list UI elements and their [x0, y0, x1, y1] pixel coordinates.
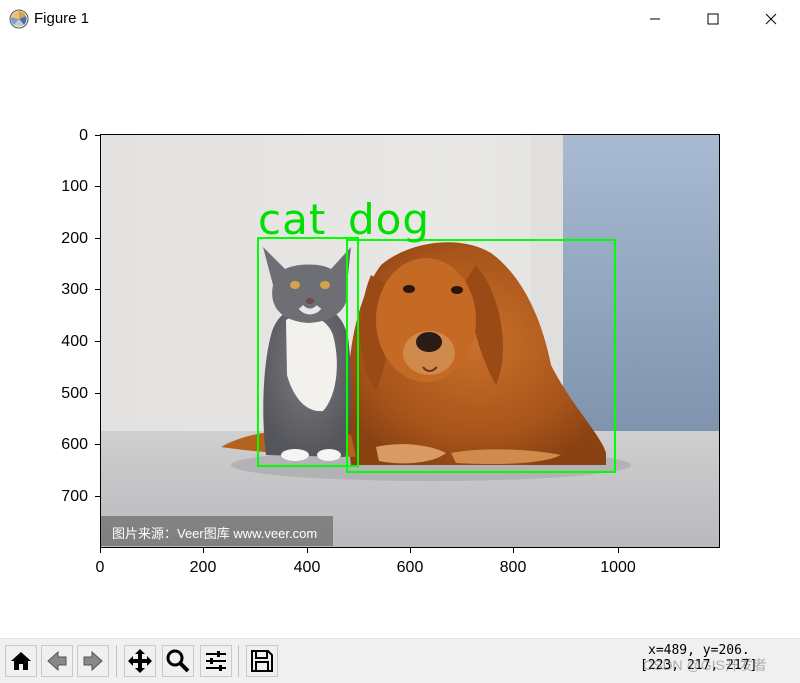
forward-button[interactable] — [77, 645, 109, 677]
pan-button[interactable] — [124, 645, 156, 677]
y-tick-label: 400 — [61, 333, 88, 350]
y-tick-label: 200 — [61, 230, 88, 247]
magnifier-icon — [166, 649, 190, 673]
y-tick-label: 300 — [61, 281, 88, 298]
title-bar[interactable]: Figure 1 — [0, 0, 800, 39]
figure-window: Figure 1 0 100 200 300 400 500 600 700 0 — [0, 0, 800, 683]
forward-arrow-icon — [83, 650, 103, 672]
x-tick-label: 400 — [293, 559, 321, 576]
x-tick-mark — [307, 548, 308, 553]
x-tick-mark — [618, 548, 619, 553]
x-tick-label: 600 — [396, 559, 424, 576]
close-icon — [765, 13, 777, 25]
configure-subplots-button[interactable] — [200, 645, 232, 677]
toolbar-separator — [116, 645, 117, 677]
x-tick-mark — [203, 548, 204, 553]
x-tick-mark — [100, 548, 101, 553]
y-tick-label: 600 — [61, 436, 88, 453]
minimize-icon — [650, 18, 660, 20]
back-arrow-icon — [47, 650, 67, 672]
csdn-watermark: CSDN @GIS开发者 — [643, 657, 767, 673]
x-tick-mark — [410, 548, 411, 553]
photo-watermark: 图片来源：Veer图库 www.veer.com — [112, 526, 318, 541]
y-tick-label: 0 — [79, 127, 88, 144]
move-arrows-icon — [128, 649, 152, 673]
back-button[interactable] — [41, 645, 73, 677]
x-tick-label: 200 — [189, 559, 217, 576]
x-tick-label: 1000 — [600, 559, 636, 576]
save-button[interactable] — [246, 645, 278, 677]
y-tick-label: 700 — [61, 488, 88, 505]
x-tick-mark — [513, 548, 514, 553]
x-tick-label: 800 — [499, 559, 527, 576]
floppy-disk-icon — [251, 650, 273, 672]
toolbar-separator — [238, 645, 239, 677]
window-title: Figure 1 — [34, 10, 90, 27]
x-tick-label: 0 — [95, 559, 105, 576]
home-button[interactable] — [5, 645, 37, 677]
close-button[interactable] — [748, 0, 794, 38]
maximize-icon — [707, 13, 719, 25]
sliders-icon — [206, 651, 226, 671]
minimize-button[interactable] — [632, 0, 678, 38]
zoom-button[interactable] — [162, 645, 194, 677]
y-tick-label: 100 — [61, 178, 88, 195]
home-icon — [11, 652, 31, 670]
matplotlib-icon — [9, 9, 29, 29]
maximize-button[interactable] — [690, 0, 736, 38]
cat-label: cat — [258, 195, 327, 244]
y-tick-label: 500 — [61, 385, 88, 402]
dog-label: dog — [348, 195, 431, 244]
